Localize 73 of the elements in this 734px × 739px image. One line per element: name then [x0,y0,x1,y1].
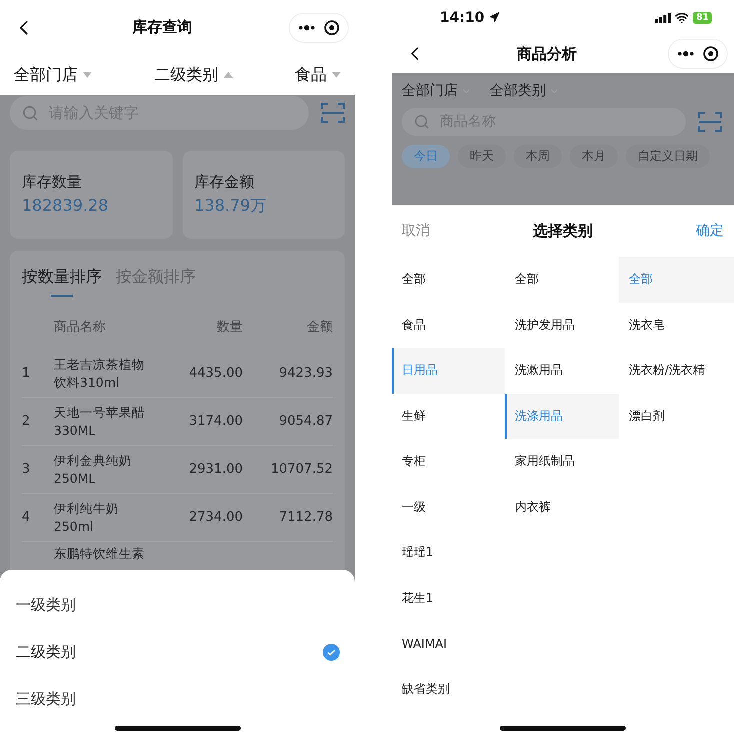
filter-dropdown[interactable]: 食品 [295,64,341,86]
rank-cell-text: 2 [22,414,32,429]
column-header: 金额 [306,319,333,336]
category-item[interactable]: 全部 [392,257,505,302]
category-item[interactable]: 一级 [392,484,505,530]
category-option[interactable]: 一级类别 [0,582,355,629]
column-header: 数量 [216,319,243,336]
stat-label: 库存金额 [194,173,256,192]
category-item[interactable]: 食品 [392,302,505,348]
category-item[interactable]: 全部 [505,257,619,302]
quantity-cell-text: 2931.00 [188,462,243,477]
stat-value: 138.79万 [194,196,268,217]
wifi-icon [675,10,690,24]
category-item[interactable]: 洗漱用品 [505,348,619,394]
filter-dropdown[interactable]: 全部门店 [402,82,472,100]
rank-cell-text: 3 [22,462,32,477]
signal-icon [655,12,672,22]
page-title: 库存查询 [131,18,194,37]
filter-dropdown[interactable]: 二级类别 [154,64,232,86]
battery-level: 81 [693,12,712,24]
category-item[interactable]: 缺省类别 [392,666,505,712]
quantity-cell-text: 2734.00 [188,510,243,525]
product-name: 东鹏特饮维生素 [54,545,146,563]
category-item[interactable]: 洗衣皂 [619,302,734,348]
rank-cell-text: 4 [22,510,32,525]
category-item[interactable]: WAIMAI [392,621,505,666]
rank-cell-text: 1 [22,366,32,381]
category-item[interactable]: 内衣裤 [505,484,619,530]
option-label: 一级类别 [16,596,76,615]
filter-dropdown[interactable]: 全部类别 [490,82,560,100]
status-time: 14:10 [440,10,500,26]
quantity-cell-text: 3174.00 [188,414,243,429]
search-icon [22,104,39,122]
category-item[interactable]: 专柜 [392,439,505,484]
filter-dropdown[interactable]: 全部门店 [14,64,92,86]
product-name: 王老吉凉茶植物饮料310ml [54,356,146,391]
caret-up-icon [224,72,232,78]
amount-cell-text: 9423.93 [278,366,333,381]
category-option[interactable]: 二级类别 [0,629,355,676]
sort-tab[interactable]: 按数量排序 [22,265,102,297]
capsule-menu[interactable] [289,12,349,42]
page-title: 商品分析 [516,44,578,64]
amount-cell-text: 7112.78 [278,510,333,525]
quantity-cell-text: 4435.00 [188,366,243,381]
option-label: 三级类别 [16,690,76,709]
category-item[interactable]: 洗衣粉/洗衣精 [619,348,734,394]
caret-down-icon [332,72,341,78]
stat-label: 库存数量 [22,173,83,192]
more-icon [298,24,316,30]
amount-cell-text: 9054.87 [278,414,333,429]
category-option[interactable]: 三级类别 [0,676,355,723]
category-item[interactable]: 洗护发用品 [505,302,619,348]
search-icon [414,114,430,130]
product-name: 伊利纯牛奶250ml [54,500,120,535]
product-name: 天地一号苹果醋330ML [54,404,146,439]
category-item[interactable]: 花生1 [392,576,505,621]
target-icon [703,46,719,62]
location-icon [488,12,500,23]
amount-cell-text: 10707.52 [270,462,333,477]
category-item[interactable]: 生鲜 [392,394,505,439]
option-label: 二级类别 [16,643,76,662]
product-name: 伊利金典纯奶250ML [54,452,133,487]
category-item[interactable]: 家用纸制品 [505,439,619,484]
picker-title: 选择类别 [533,222,593,240]
category-item[interactable]: 瑶瑶1 [392,530,505,576]
target-icon [324,20,340,36]
stat-value: 182839.28 [22,196,110,215]
confirm-button[interactable]: 确定 [696,222,724,240]
column-header: 商品名称 [54,319,107,336]
caret-down-icon [83,72,92,78]
more-icon [677,51,695,57]
category-item[interactable]: 漂白剂 [619,394,734,439]
capsule-menu[interactable] [668,39,728,69]
